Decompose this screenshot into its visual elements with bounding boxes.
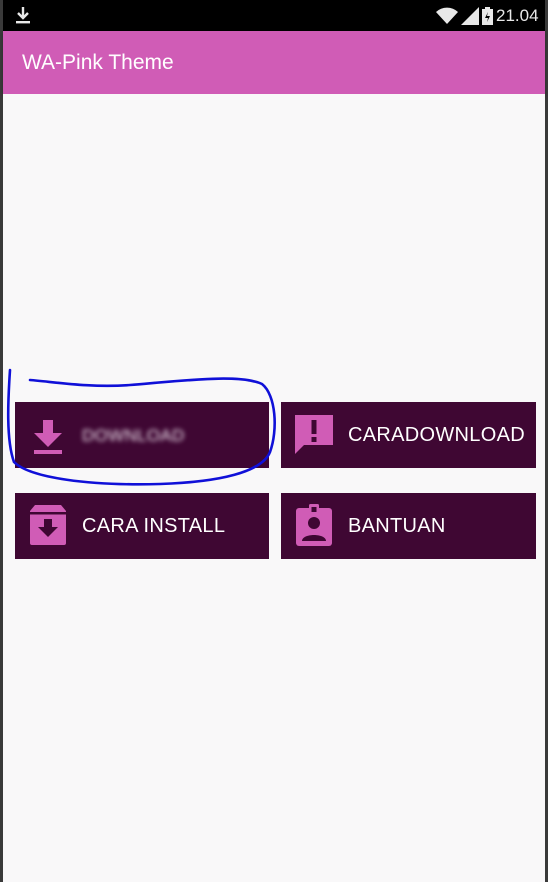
feedback-icon [295, 415, 333, 454]
download-icon [34, 420, 62, 454]
cara-download-button-label: CARADOWNLOAD [348, 424, 525, 447]
app-title: WA-Pink Theme [22, 51, 174, 74]
cara-download-label-visible: CARA [348, 424, 405, 446]
contact-badge-icon [296, 504, 332, 546]
download-button-label: DOWNLOAD [82, 426, 185, 445]
bantuan-button-label: BANTUAN [348, 515, 446, 537]
cara-download-button[interactable]: CARADOWNLOAD [281, 402, 536, 468]
app-bar: WA-Pink Theme [3, 31, 545, 94]
signal-icon [461, 7, 479, 25]
wifi-icon [436, 7, 458, 24]
cara-download-label-blurred: DOWNLOAD [404, 424, 525, 446]
main-content [3, 94, 545, 882]
cara-install-button[interactable]: CARA INSTALL [15, 493, 269, 559]
status-time: 21.04 [496, 6, 539, 25]
cara-install-button-label: CARA INSTALL [82, 515, 226, 537]
bantuan-button[interactable]: BANTUAN [281, 493, 536, 559]
download-notification-icon [16, 7, 30, 24]
battery-icon [482, 7, 493, 25]
download-button[interactable]: DOWNLOAD [15, 402, 269, 468]
archive-icon [30, 505, 66, 545]
status-icons [436, 7, 493, 25]
status-bar: 21.04 [3, 0, 545, 31]
